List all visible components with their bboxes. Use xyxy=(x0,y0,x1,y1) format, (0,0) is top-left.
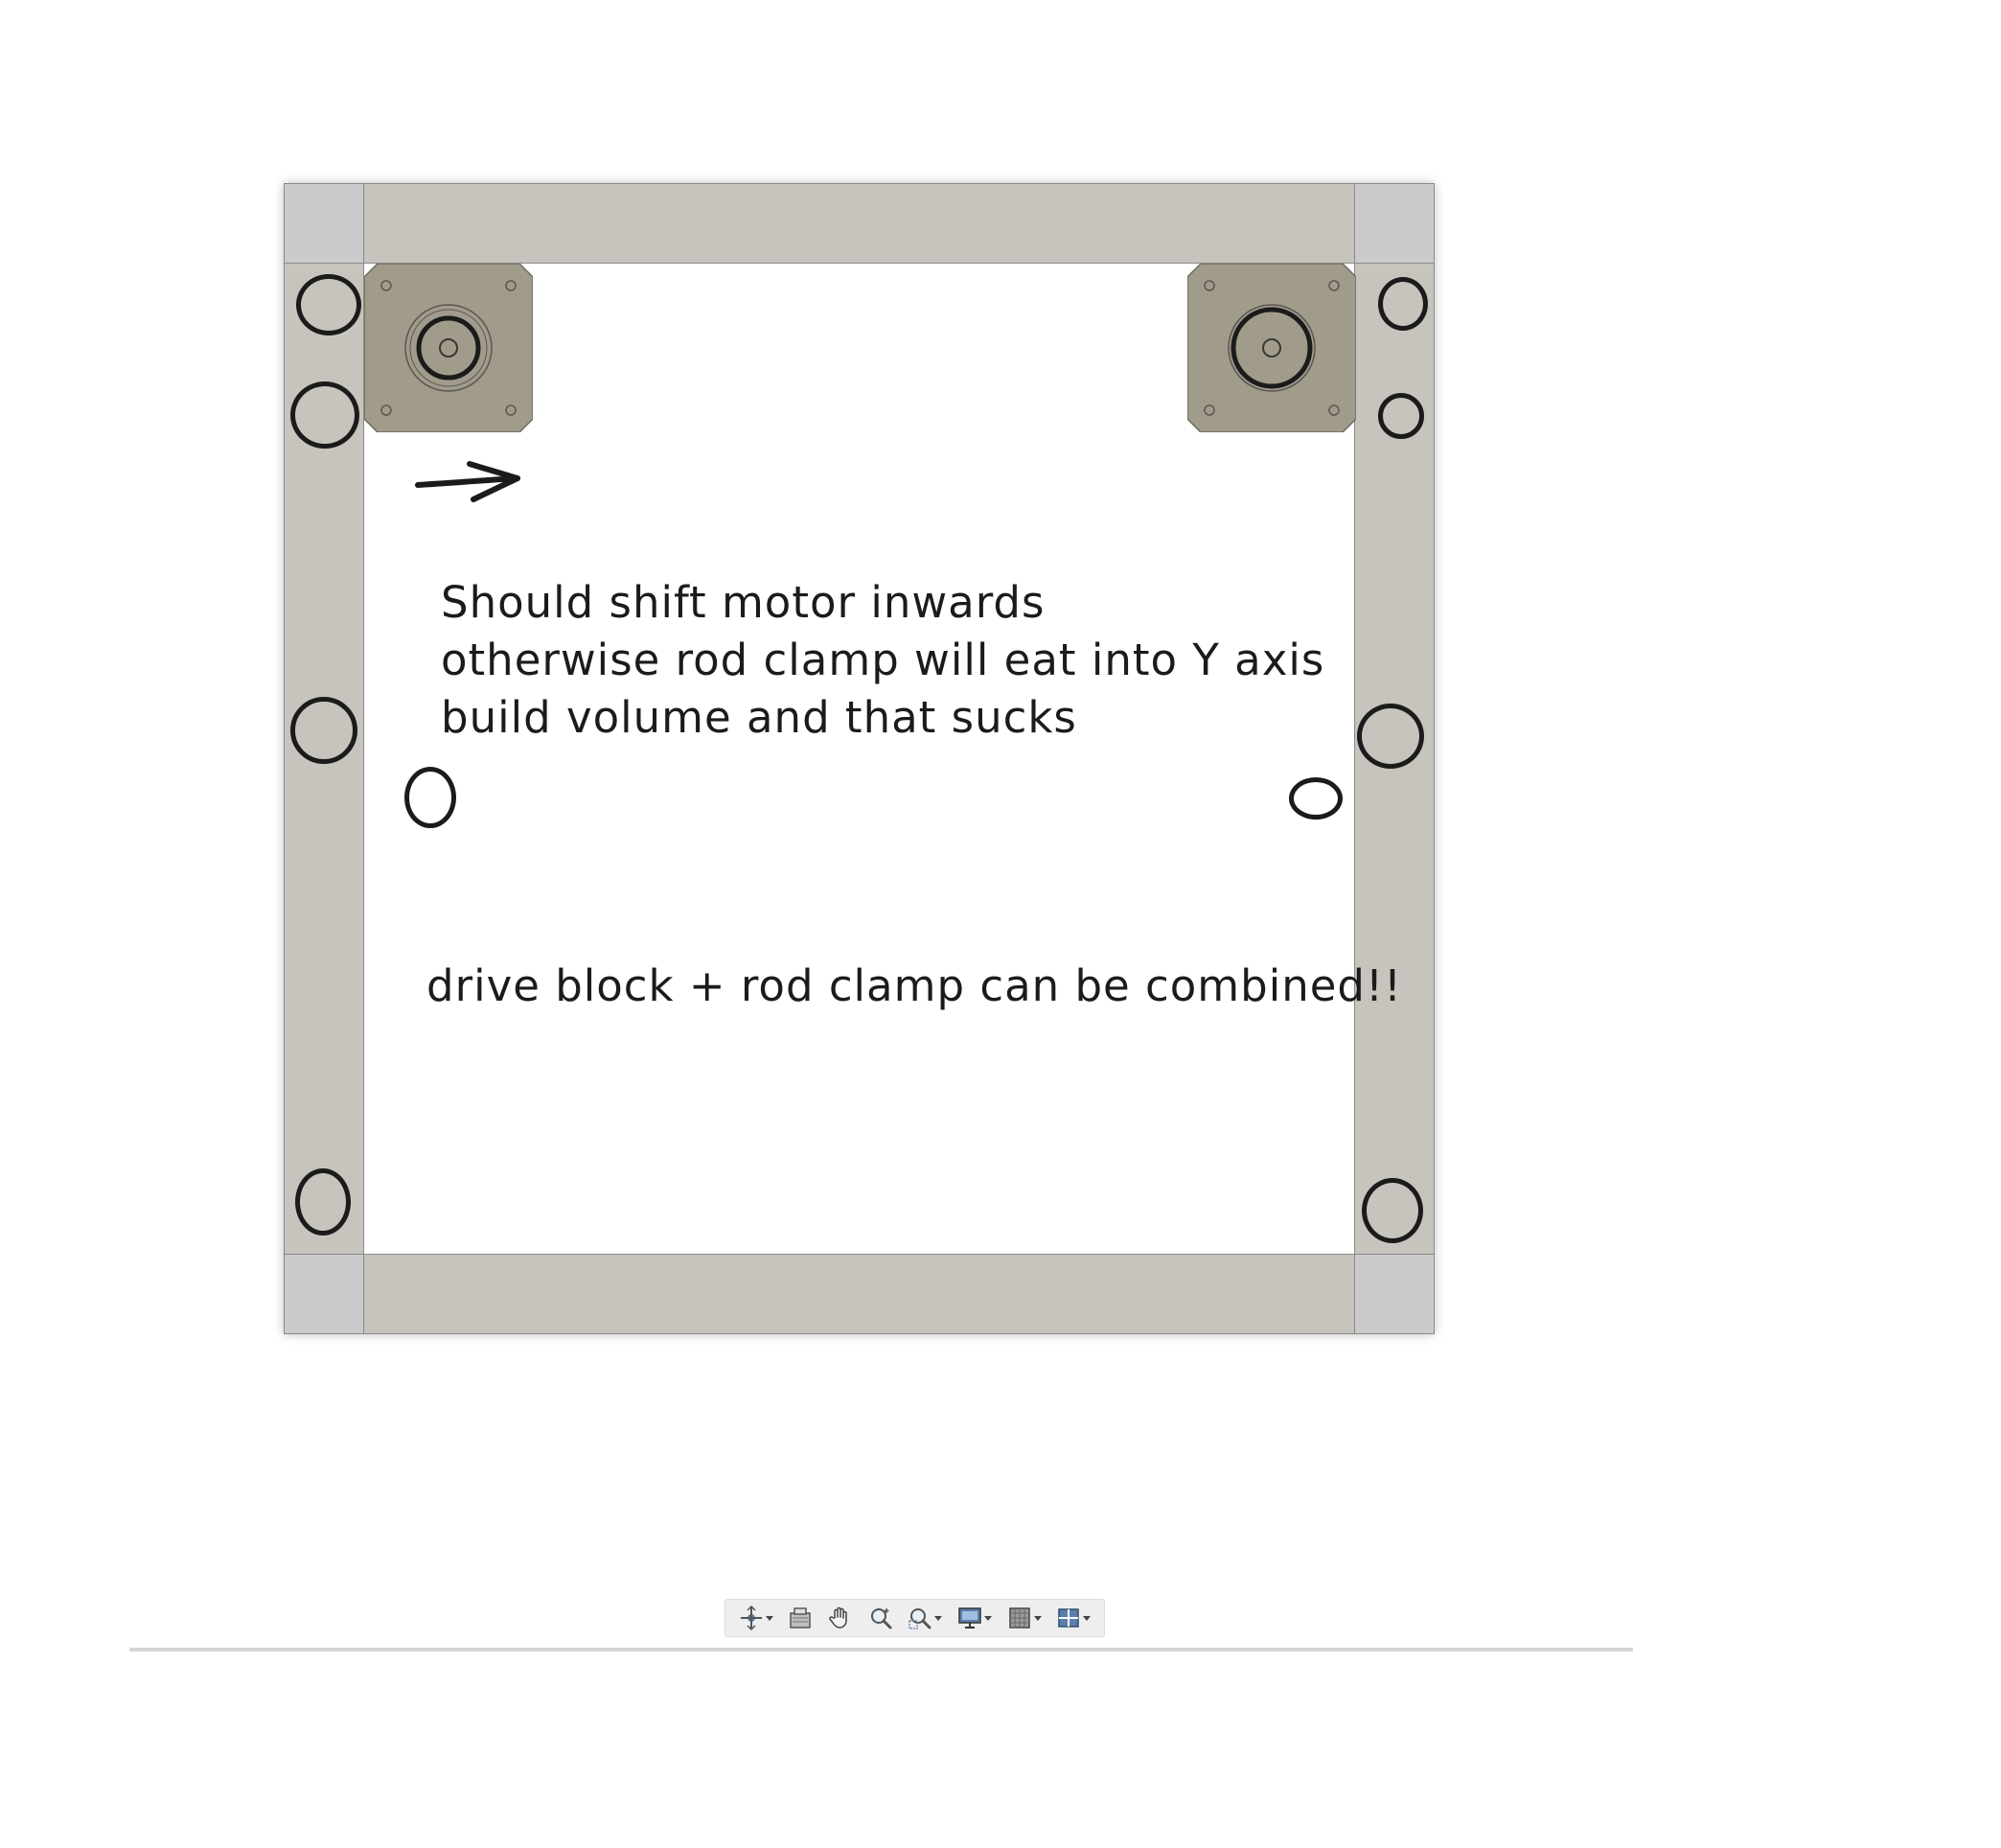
sketch-circle xyxy=(296,274,361,335)
display-settings-icon xyxy=(958,1607,981,1629)
chevron-down-icon xyxy=(1033,1615,1042,1621)
corner-block-top-right[interactable] xyxy=(1354,183,1435,264)
look-at-icon xyxy=(790,1607,812,1629)
sketch-circle xyxy=(1378,393,1424,439)
fit-zoom-window-button[interactable] xyxy=(905,1603,945,1633)
orbit-button[interactable] xyxy=(736,1603,776,1633)
sketch-circle xyxy=(1289,777,1343,820)
look-at-button[interactable] xyxy=(785,1603,816,1633)
stepper-motor-left[interactable] xyxy=(364,264,533,432)
grid-snaps-button[interactable] xyxy=(1004,1603,1045,1633)
grid-snaps-icon xyxy=(1008,1607,1030,1629)
bottom-rail[interactable] xyxy=(363,1254,1355,1334)
sketch-circle xyxy=(295,1168,351,1236)
corner-block-top-left[interactable] xyxy=(284,183,364,264)
chevron-down-icon xyxy=(934,1615,943,1621)
annotation-combined: drive block + rod clamp can be combined!… xyxy=(426,960,1403,1011)
chevron-down-icon xyxy=(765,1615,773,1621)
chevron-down-icon xyxy=(983,1615,992,1621)
viewports-icon xyxy=(1058,1608,1079,1628)
corner-block-bottom-left[interactable] xyxy=(284,1254,364,1334)
corner-block-bottom-right[interactable] xyxy=(1354,1254,1435,1334)
fit-zoom-window-icon xyxy=(908,1608,932,1629)
display-settings-button[interactable] xyxy=(954,1603,995,1633)
canvas-viewport[interactable]: Should shift motor inwards otherwise rod… xyxy=(0,0,2001,1848)
zoom-button[interactable] xyxy=(865,1603,896,1633)
sketch-circle xyxy=(1357,704,1424,769)
top-rail[interactable] xyxy=(363,183,1355,264)
sketch-circle xyxy=(290,381,359,449)
chevron-down-icon xyxy=(1083,1615,1092,1621)
orbit-icon xyxy=(740,1605,762,1630)
arrow-right-icon xyxy=(415,461,520,502)
zoom-icon xyxy=(870,1608,892,1629)
pan-button[interactable] xyxy=(825,1603,856,1633)
sketch-circle xyxy=(404,767,456,828)
sketch-circle xyxy=(1378,277,1428,331)
viewports-button[interactable] xyxy=(1053,1603,1093,1633)
pan-hand-icon xyxy=(829,1606,847,1629)
annotation-line-1: Should shift motor inwards xyxy=(441,577,1046,628)
navigation-toolbar xyxy=(724,1599,1105,1637)
timeline-divider xyxy=(129,1648,1633,1652)
sketch-circle xyxy=(1362,1178,1423,1243)
annotation-line-2: otherwise rod clamp will eat into Y axis xyxy=(441,635,1325,685)
annotation-line-3: build volume and that sucks xyxy=(441,692,1077,743)
stepper-motor-right[interactable] xyxy=(1187,264,1356,432)
sketch-circle xyxy=(290,697,357,764)
